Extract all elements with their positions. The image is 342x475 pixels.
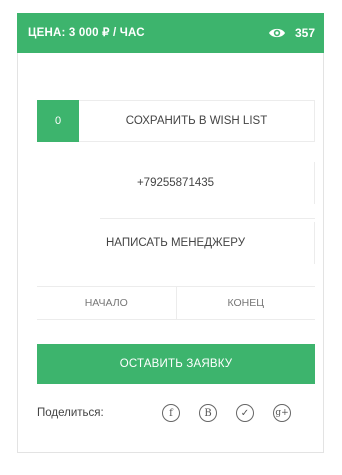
wishlist-button[interactable]: 0 СОХРАНИТЬ В WISH LIST [37,99,315,142]
write-manager-button[interactable]: НАПИСАТЬ МЕНЕДЖЕРУ [37,222,315,264]
vk-icon[interactable]: B [199,404,217,422]
twitter-icon[interactable]: ✓ [236,404,254,422]
share-label: Поделиться: [37,407,104,419]
price-header: ЦЕНА: 3 000 ₽ / ЧАС 357 [17,13,324,53]
facebook-icon[interactable]: f [162,404,180,422]
period-selector: НАЧАЛО КОНЕЦ [37,286,315,320]
divider [100,218,315,219]
views-counter: 357 [268,13,315,53]
eye-icon [268,27,286,39]
submit-request-button[interactable]: ОСТАВИТЬ ЗАЯВКУ [37,344,315,384]
google-plus-icon[interactable]: g+ [273,404,291,422]
share-bar: Поделиться: f B ✓ g+ [37,398,315,428]
phone-number[interactable]: +79255871435 [37,162,315,204]
end-date-field[interactable]: КОНЕЦ [175,287,316,319]
wishlist-count: 0 [37,99,79,142]
price-label: ЦЕНА: 3 000 ₽ / ЧАС [28,27,145,39]
wishlist-label: СОХРАНИТЬ В WISH LIST [125,115,268,127]
start-date-field[interactable]: НАЧАЛО [37,287,176,319]
views-count: 357 [294,26,315,40]
